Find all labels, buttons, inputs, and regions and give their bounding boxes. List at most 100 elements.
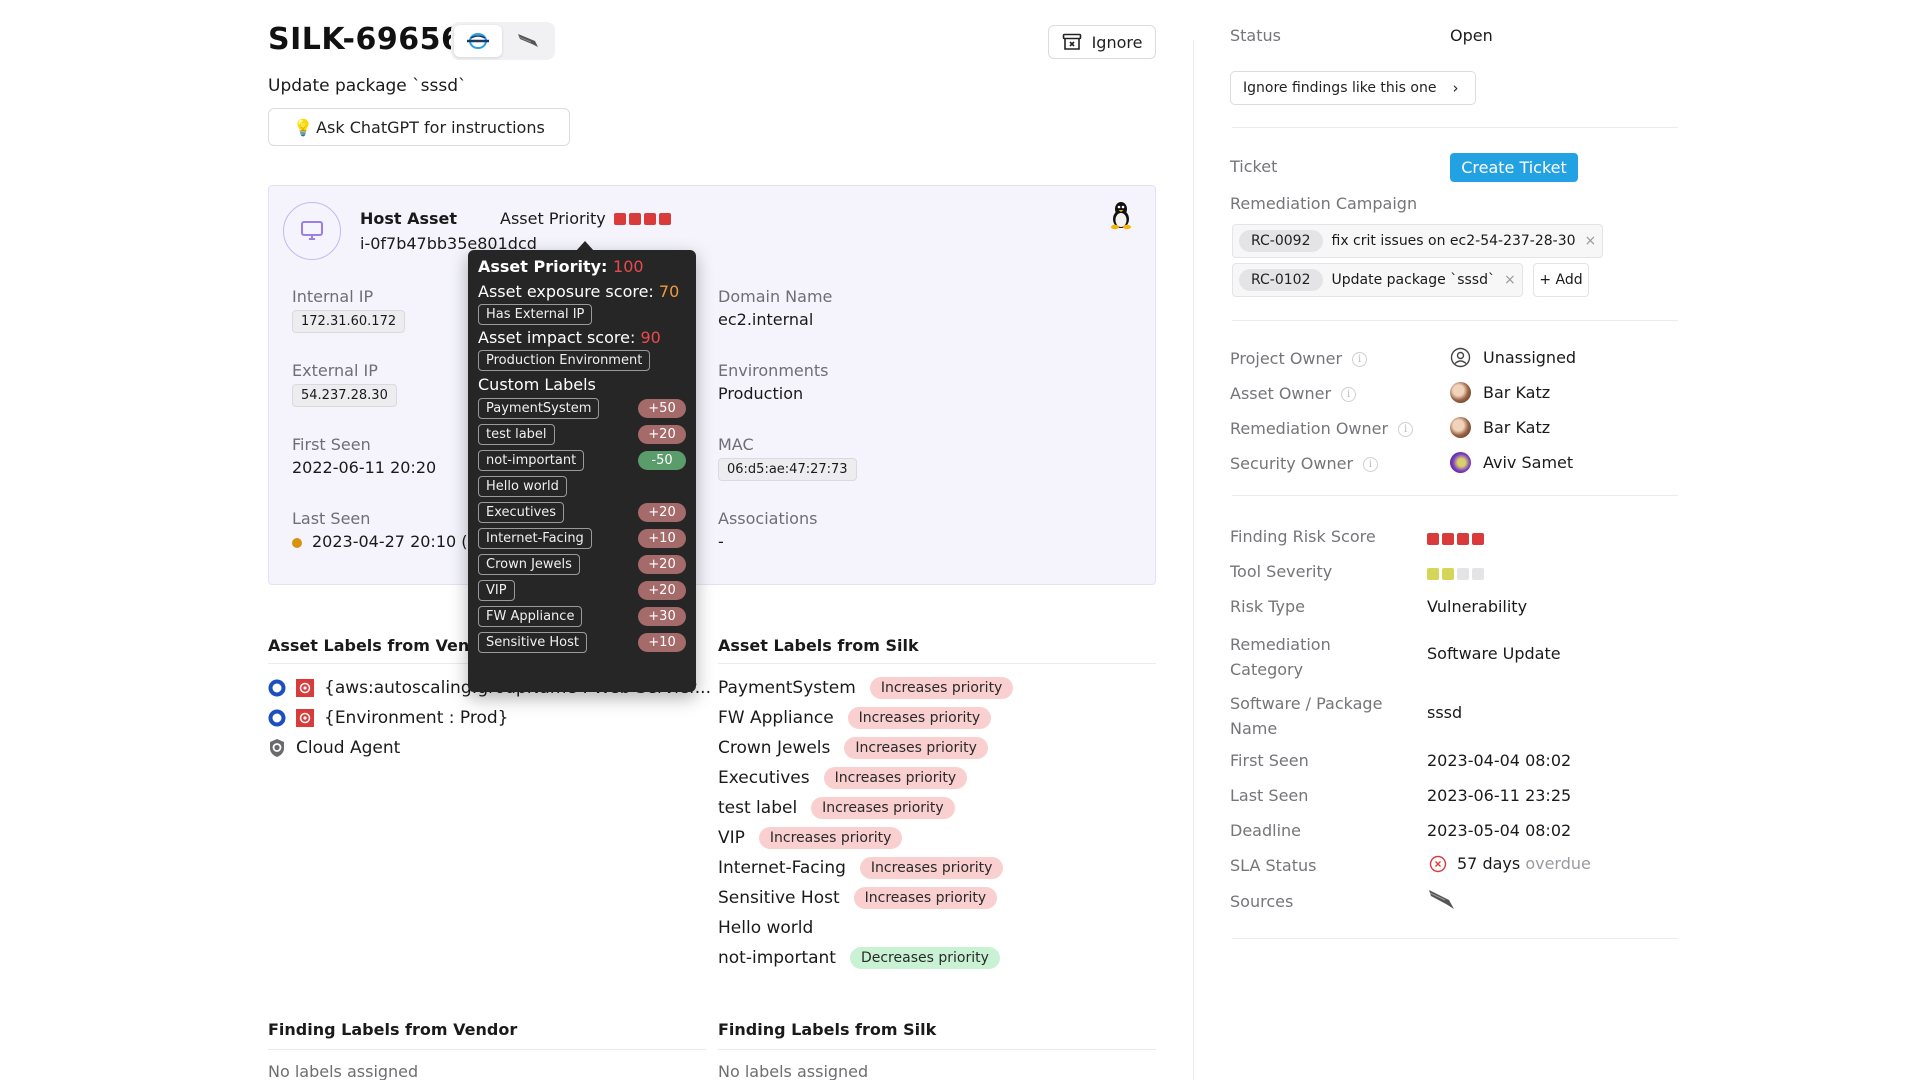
owner-label: Security Owner: [1230, 454, 1354, 473]
owner-row: Remediation Owner i Bar Katz: [1230, 417, 1670, 454]
ignore-findings-like-button[interactable]: Ignore findings like this one ›: [1230, 71, 1476, 105]
finding-id-title: SILK-69656: [268, 22, 463, 57]
owner-selector[interactable]: Bar Katz: [1450, 417, 1550, 438]
source-tab-crowdstrike[interactable]: [504, 25, 552, 57]
priority-bar-segment: [658, 212, 671, 225]
campaign-name: Update package `sssd`: [1331, 272, 1495, 288]
severity-bar-segment: [1457, 568, 1469, 580]
silk-label-row: not-important Decreases priority: [718, 943, 1013, 973]
tt-custom-label-score: +20: [638, 503, 686, 522]
info-icon[interactable]: i: [1341, 387, 1357, 402]
owner-name: Bar Katz: [1483, 383, 1551, 402]
mac-value[interactable]: 06:d5:ae:47:27:73: [718, 458, 857, 481]
create-ticket-button[interactable]: Create Ticket: [1450, 153, 1578, 182]
environments-label: Environments: [718, 361, 829, 380]
avatar: [1450, 382, 1471, 403]
silk-label-name: not-important: [718, 948, 836, 968]
silk-label-name: VIP: [718, 828, 745, 848]
divider: [1232, 320, 1678, 321]
owner-selector[interactable]: Unassigned: [1450, 347, 1576, 368]
vendor-ring-icon: [268, 709, 286, 727]
internal-ip-value[interactable]: 172.31.60.172: [292, 310, 406, 333]
associations-label: Associations: [718, 509, 818, 528]
owner-selector[interactable]: Aviv Samet: [1450, 452, 1573, 473]
asset-priority[interactable]: Asset Priority: [500, 209, 671, 228]
divider: [1232, 495, 1678, 496]
unassigned-user-icon: [1450, 347, 1471, 368]
remediation-category-label: Remediation Category: [1230, 635, 1331, 679]
tt-custom-label-row: Executives +20: [478, 501, 686, 524]
status-value[interactable]: Open: [1450, 26, 1493, 45]
silk-label-row: VIP Increases priority: [718, 823, 1013, 853]
tt-custom-label-name: Crown Jewels: [478, 554, 580, 575]
owner-selector[interactable]: Bar Katz: [1450, 382, 1550, 403]
domain-name-label: Domain Name: [718, 287, 833, 306]
remove-campaign-icon[interactable]: ×: [1585, 233, 1597, 249]
add-campaign-button[interactable]: + Add: [1533, 263, 1589, 297]
ask-chatgpt-button[interactable]: 💡 Ask ChatGPT for instructions: [268, 108, 570, 146]
field-environments: Environments Production: [718, 361, 829, 403]
external-ip-value[interactable]: 54.237.28.30: [292, 384, 397, 407]
tt-custom-label-row: VIP +20: [478, 579, 686, 602]
chevron-right-icon: ›: [1452, 79, 1459, 97]
avatar: [1450, 452, 1471, 473]
field-associations: Associations -: [718, 509, 817, 551]
risk-bar-segment: [1472, 533, 1484, 545]
silk-label-name: Crown Jewels: [718, 738, 831, 758]
source-crowdstrike[interactable]: [1427, 888, 1457, 917]
tt-exposure-tag: Has External IP: [478, 304, 593, 325]
divider: [1232, 938, 1678, 939]
asset-priority-label: Asset Priority: [500, 209, 606, 228]
tool-severity-bars: [1427, 565, 1487, 585]
tt-custom-label-score: +50: [638, 399, 686, 418]
finding-labels-vendor-title: Finding Labels from Vendor: [268, 1020, 518, 1039]
linux-tux-icon: [1108, 200, 1134, 235]
source-switch[interactable]: [451, 22, 555, 60]
package-name-label: Software / Package Name: [1230, 694, 1383, 738]
deadline-value: 2023-05-04 08:02: [1427, 821, 1572, 840]
info-icon[interactable]: i: [1398, 422, 1414, 437]
ignore-button[interactable]: Ignore: [1048, 25, 1156, 59]
overdue-x-circle-icon: [1429, 855, 1447, 872]
asset-first-seen-value: 2022-06-11 20:20: [292, 458, 437, 477]
ticket-label: Ticket: [1230, 157, 1278, 176]
asset-labels-silk-title: Asset Labels from Silk: [718, 636, 919, 655]
severity-bar-segment: [1427, 568, 1439, 580]
host-asset-label: Host Asset: [360, 209, 458, 228]
risk-bar-segment: [1457, 533, 1469, 545]
priority-effect-badge: Increases priority: [758, 827, 903, 849]
severity-bar-segment: [1442, 568, 1454, 580]
tt-impact-value: 90: [640, 328, 661, 347]
priority-effect-badge: Increases priority: [859, 857, 1004, 879]
ignore-label: Ignore: [1091, 32, 1143, 52]
owner-label: Remediation Owner: [1230, 419, 1389, 438]
archive-x-icon: [1062, 33, 1081, 50]
campaign-chip[interactable]: RC-0092 fix crit issues on ec2-54-237-28…: [1232, 224, 1604, 258]
tt-custom-label-row: Hello world: [478, 475, 686, 498]
priority-effect-badge: Decreases priority: [849, 947, 1000, 969]
panel-divider: [1193, 40, 1194, 1080]
silk-label-row: Sensitive Host Increases priority: [718, 883, 1013, 913]
risk-score-label: Finding Risk Score: [1230, 527, 1376, 546]
deadline-label: Deadline: [1230, 821, 1301, 840]
silk-label-name: Sensitive Host: [718, 888, 840, 908]
info-icon[interactable]: i: [1352, 352, 1368, 367]
priority-effect-badge: Increases priority: [823, 767, 968, 789]
source-tab-silk[interactable]: [454, 25, 502, 57]
info-icon[interactable]: i: [1363, 457, 1379, 472]
mac-label: MAC: [718, 435, 754, 454]
campaign-chip[interactable]: RC-0102 Update package `sssd` ×: [1232, 263, 1523, 297]
divider: [1232, 127, 1678, 128]
remove-campaign-icon[interactable]: ×: [1504, 272, 1516, 288]
field-first-seen: First Seen 2022-06-11 20:20: [292, 435, 436, 477]
finding-subtitle: Update package `sssd`: [268, 76, 467, 96]
tt-custom-label-row: FW Appliance +30: [478, 605, 686, 628]
tool-severity-label: Tool Severity: [1230, 562, 1333, 581]
silk-label-name: Executives: [718, 768, 810, 788]
vendor-label-row: {Environment : Prod}: [268, 703, 711, 733]
silk-label-name: FW Appliance: [718, 708, 834, 728]
campaign-id: RC-0092: [1239, 230, 1323, 252]
priority-bar-segment: [643, 212, 656, 225]
owner-name: Bar Katz: [1483, 418, 1551, 437]
aws-tag-icon: [296, 709, 314, 727]
